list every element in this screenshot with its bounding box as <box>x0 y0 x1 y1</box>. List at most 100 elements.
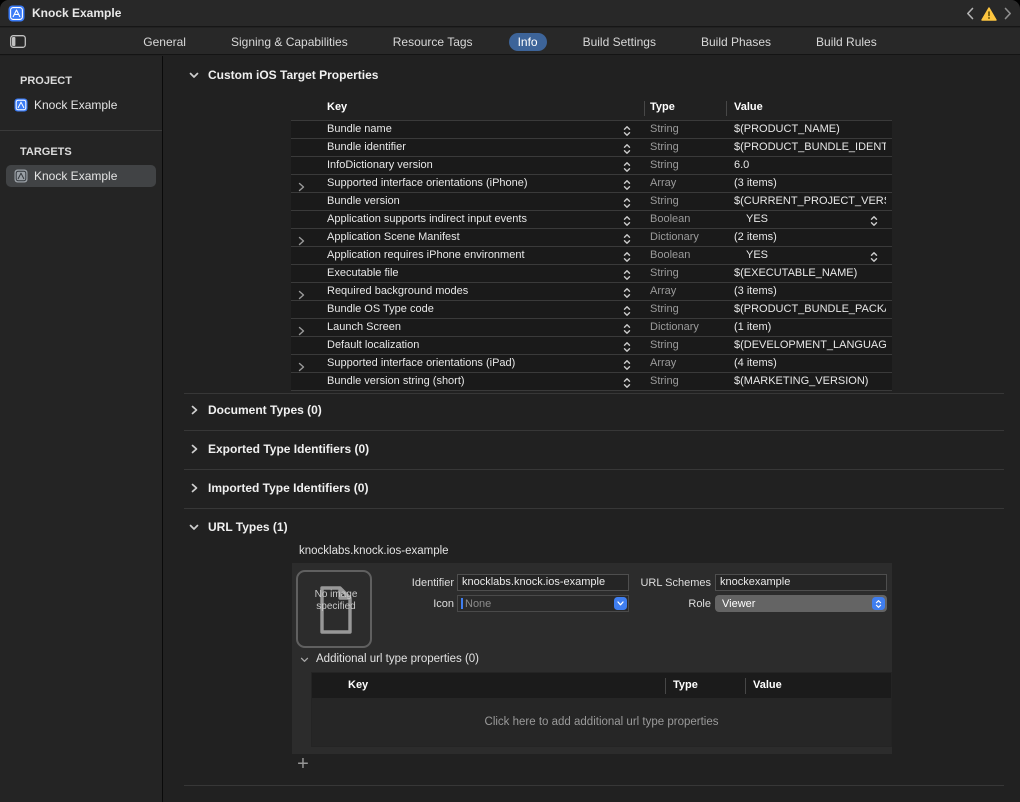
property-key: Executable file <box>327 267 615 279</box>
add-url-type-button[interactable]: + <box>293 755 313 775</box>
table-row[interactable]: Bundle version String $(CURRENT_PROJECT_… <box>291 193 892 211</box>
section-divider <box>184 469 1004 470</box>
property-key: Bundle identifier <box>327 141 615 153</box>
section-url-types[interactable]: URL Types (1) <box>189 520 288 534</box>
property-key: Application requires iPhone environment <box>327 249 615 261</box>
sidebar-item-label: Knock Example <box>34 169 117 183</box>
chevron-right-icon <box>189 405 199 415</box>
section-divider <box>184 430 1004 431</box>
back-chevron-icon[interactable] <box>966 7 974 20</box>
role-popup[interactable]: Viewer <box>715 595 887 612</box>
table-row[interactable]: Bundle version string (short) String $(M… <box>291 373 892 391</box>
chevron-down-icon <box>189 72 199 79</box>
property-key: Bundle OS Type code <box>327 303 615 315</box>
project-app-icon <box>8 5 25 22</box>
property-type: String <box>650 375 728 387</box>
table-row[interactable]: Bundle name String $(PRODUCT_NAME) <box>291 121 892 139</box>
tab-general[interactable]: General <box>134 33 195 51</box>
property-key: Application Scene Manifest <box>327 231 615 243</box>
info-pane: Custom iOS Target Properties Key Type Va… <box>163 56 1019 802</box>
tab-resource-tags[interactable]: Resource Tags <box>384 33 482 51</box>
property-value[interactable]: $(PRODUCT_BUNDLE_PACKA <box>734 303 886 315</box>
table-row[interactable]: Application requires iPhone environment … <box>291 247 892 265</box>
property-value[interactable]: $(PRODUCT_NAME) <box>734 123 886 135</box>
url-type-card: No image specified Identifier knocklabs.… <box>292 563 892 754</box>
property-type: String <box>650 339 728 351</box>
additional-table-empty-area[interactable]: Click here to add additional url type pr… <box>312 698 891 746</box>
property-key: Required background modes <box>327 285 615 297</box>
property-value[interactable]: (1 item) <box>734 321 886 333</box>
url-type-name: knocklabs.knock.ios-example <box>299 545 449 557</box>
role-value: Viewer <box>722 598 872 610</box>
column-divider <box>665 678 666 694</box>
tab-build-settings[interactable]: Build Settings <box>574 33 665 51</box>
property-key: Bundle version string (short) <box>327 375 615 387</box>
chevron-right-icon <box>189 444 199 454</box>
property-type: Array <box>650 357 728 369</box>
column-divider <box>726 101 727 116</box>
table-row[interactable]: InfoDictionary version String 6.0 <box>291 157 892 175</box>
property-value[interactable]: $(CURRENT_PROJECT_VERS <box>734 195 886 207</box>
table-row[interactable]: Bundle identifier String $(PRODUCT_BUNDL… <box>291 139 892 157</box>
property-value[interactable]: YES <box>734 249 886 261</box>
chevron-right-icon <box>189 483 199 493</box>
project-section-header: PROJECT <box>20 75 162 87</box>
additional-url-properties-header[interactable]: Additional url type properties (0) <box>300 650 479 668</box>
section-divider <box>184 508 1004 509</box>
property-key: Application supports indirect input even… <box>327 213 615 225</box>
property-key: Bundle version <box>327 195 615 207</box>
property-value[interactable]: (4 items) <box>734 357 886 369</box>
table-row[interactable]: Launch Screen Dictionary (1 item) <box>291 319 892 337</box>
property-type: String <box>650 195 728 207</box>
table-row[interactable]: Supported interface orientations (iPad) … <box>291 355 892 373</box>
property-value[interactable]: $(DEVELOPMENT_LANGUAGI <box>734 339 886 351</box>
additional-table-header: Key Type Value <box>312 673 891 698</box>
section-document-types[interactable]: Document Types (0) <box>189 403 322 417</box>
property-value[interactable]: (3 items) <box>734 177 886 189</box>
column-divider <box>644 101 645 116</box>
table-row[interactable]: Default localization String $(DEVELOPMEN… <box>291 337 892 355</box>
project-sidebar: PROJECT Knock Example TARGETS Knock Exam… <box>0 56 163 802</box>
column-divider <box>745 678 746 694</box>
property-value[interactable]: $(EXECUTABLE_NAME) <box>734 267 886 279</box>
tab-build-rules[interactable]: Build Rules <box>807 33 886 51</box>
table-row[interactable]: Bundle OS Type code String $(PRODUCT_BUN… <box>291 301 892 319</box>
table-row[interactable]: Executable file String $(EXECUTABLE_NAME… <box>291 265 892 283</box>
sidebar-item-label: Knock Example <box>34 98 117 112</box>
url-schemes-field[interactable]: knockexample <box>715 574 887 591</box>
property-type: Dictionary <box>650 231 728 243</box>
xcode-window: Knock Example General Signing & Capabilit… <box>0 0 1020 802</box>
tab-info[interactable]: Info <box>509 33 547 51</box>
column-header-value: Value <box>734 101 763 113</box>
property-value[interactable]: YES <box>734 213 886 225</box>
tab-build-phases[interactable]: Build Phases <box>692 33 780 51</box>
table-row[interactable]: Supported interface orientations (iPhone… <box>291 175 892 193</box>
property-value[interactable]: 6.0 <box>734 159 886 171</box>
key-stepper-icon[interactable] <box>623 376 631 394</box>
section-imported-type-identifiers[interactable]: Imported Type Identifiers (0) <box>189 481 368 495</box>
sidebar-item-target[interactable]: Knock Example <box>6 165 156 187</box>
table-row[interactable]: Application supports indirect input even… <box>291 211 892 229</box>
chevron-down-icon <box>189 524 199 531</box>
sidebar-item-project[interactable]: Knock Example <box>6 94 156 116</box>
property-value[interactable]: (2 items) <box>734 231 886 243</box>
property-type: String <box>650 303 728 315</box>
tab-toolbar: General Signing & Capabilities Resource Ta… <box>0 28 1020 55</box>
table-row[interactable]: Required background modes Array (3 items… <box>291 283 892 301</box>
property-key: Default localization <box>327 339 615 351</box>
table-row[interactable]: Application Scene Manifest Dictionary (2… <box>291 229 892 247</box>
forward-chevron-icon[interactable] <box>1004 7 1012 20</box>
property-value[interactable]: $(MARKETING_VERSION) <box>734 375 886 387</box>
property-value[interactable]: $(PRODUCT_BUNDLE_IDENT <box>734 141 886 153</box>
property-value[interactable]: (3 items) <box>734 285 886 297</box>
property-type: String <box>650 267 728 279</box>
column-header-type: Type <box>673 679 698 691</box>
project-icon <box>14 98 28 112</box>
section-custom-ios-target-properties[interactable]: Custom iOS Target Properties <box>189 68 378 82</box>
tab-signing-capabilities[interactable]: Signing & Capabilities <box>222 33 357 51</box>
section-divider <box>184 393 1004 394</box>
section-exported-type-identifiers[interactable]: Exported Type Identifiers (0) <box>189 442 369 456</box>
property-type: String <box>650 141 728 153</box>
section-divider <box>184 785 1004 786</box>
warning-icon[interactable] <box>981 7 997 21</box>
